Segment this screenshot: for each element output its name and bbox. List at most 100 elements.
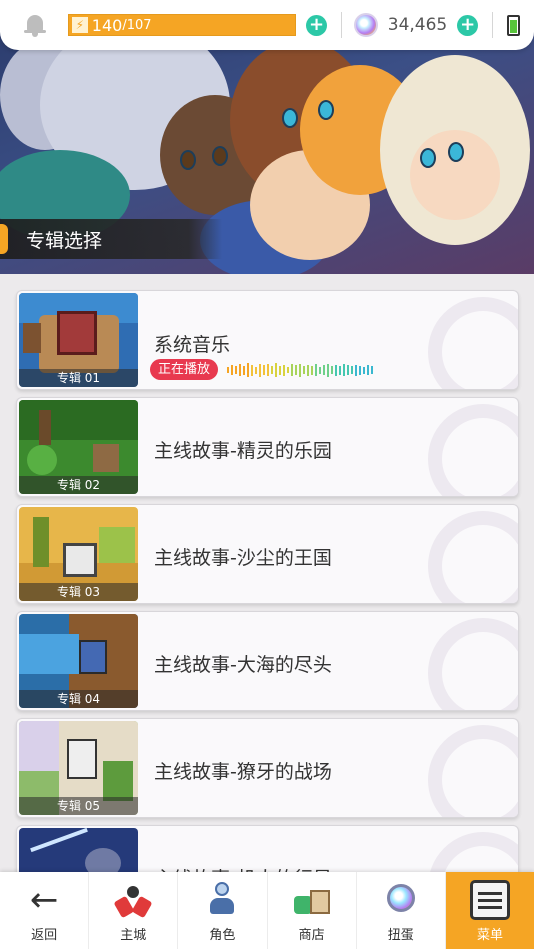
- battery-icon: [507, 14, 521, 36]
- album-tag: 专辑 01: [19, 369, 138, 387]
- waveform-bar: [279, 365, 281, 375]
- waveform-bar: [367, 365, 369, 375]
- waveform-bar: [283, 364, 285, 376]
- album-tag: 专辑 02: [19, 476, 138, 494]
- album-title: 主线故事-大海的尽头: [154, 654, 332, 676]
- town-icon: [113, 880, 153, 920]
- energy-current: 140: [91, 15, 123, 35]
- album-thumbnail: 专辑 04: [19, 614, 138, 708]
- album-title: 主线故事-獠牙的战场: [154, 761, 332, 783]
- waveform-bar: [331, 366, 333, 374]
- nav-menu-label: 菜单: [476, 928, 503, 943]
- album-list: 专辑 01 系统音乐 正在播放 专辑 02 主线故事-精灵的乐园 专辑 03 主…: [16, 290, 519, 932]
- album-tag: 专辑 03: [19, 583, 138, 601]
- album-thumbnail: 专辑 02: [19, 400, 138, 494]
- add-gems-button[interactable]: +: [457, 14, 479, 36]
- section-title: 专辑选择: [26, 229, 103, 252]
- waveform-bar: [323, 365, 325, 375]
- waveform-bar: [271, 366, 273, 374]
- album-card[interactable]: 专辑 05 主线故事-獠牙的战场: [16, 718, 519, 818]
- gem-count: 34,465: [387, 15, 448, 35]
- shop-icon: [292, 880, 332, 920]
- waveform-bar: [371, 366, 373, 374]
- gem-icon: [353, 13, 378, 37]
- waveform-bar: [235, 366, 237, 374]
- waveform-bar: [259, 363, 261, 377]
- waveform-bar: [359, 365, 361, 375]
- emblem-watermark: [428, 725, 518, 817]
- divider: [340, 12, 342, 38]
- album-thumbnail: 专辑 05: [19, 721, 138, 815]
- waveform-bar: [243, 365, 245, 375]
- emblem-watermark: [428, 297, 518, 389]
- gacha-icon: [381, 880, 421, 920]
- waveform-bar: [307, 364, 309, 376]
- accent-bar: [0, 224, 8, 254]
- section-header: 专辑选择: [0, 219, 222, 259]
- audio-waveform: [227, 361, 375, 379]
- waveform-bar: [227, 367, 229, 373]
- album-card[interactable]: 专辑 04 主线故事-大海的尽头: [16, 611, 519, 711]
- now-playing-badge: 正在播放: [150, 359, 219, 380]
- nav-gacha[interactable]: 扭蛋: [355, 872, 445, 949]
- album-thumbnail: 专辑 01: [19, 293, 138, 387]
- waveform-bar: [247, 363, 249, 377]
- waveform-bar: [319, 366, 321, 374]
- nav-back-label: 返回: [31, 928, 58, 943]
- nav-town[interactable]: 主城: [88, 872, 177, 949]
- nav-gacha-label: 扭蛋: [387, 928, 414, 943]
- back-arrow-icon: ←: [29, 880, 59, 920]
- waveform-bar: [239, 364, 241, 376]
- album-title: 主线故事-沙尘的王国: [154, 547, 332, 569]
- waveform-bar: [295, 365, 297, 375]
- waveform-bar: [267, 364, 269, 376]
- waveform-bar: [363, 366, 365, 374]
- waveform-bar: [327, 363, 329, 377]
- waveform-bar: [347, 365, 349, 375]
- waveform-bar: [231, 365, 233, 375]
- waveform-bar: [263, 365, 265, 375]
- emblem-watermark: [428, 511, 518, 603]
- nav-character[interactable]: 角色: [177, 872, 266, 949]
- nav-shop-label: 商店: [298, 928, 325, 943]
- character-icon: [202, 880, 242, 920]
- waveform-bar: [255, 366, 257, 374]
- bottom-nav: ← 返回 主城 角色 商店 扭蛋 菜单: [0, 872, 534, 949]
- emblem-watermark: [428, 404, 518, 496]
- waveform-bar: [291, 364, 293, 376]
- lightning-icon: ⚡: [71, 17, 88, 33]
- nav-menu[interactable]: 菜单: [444, 872, 534, 949]
- nav-character-label: 角色: [209, 928, 236, 943]
- album-title: 主线故事-精灵的乐园: [154, 440, 332, 462]
- album-card[interactable]: 专辑 03 主线故事-沙尘的王国: [16, 504, 519, 604]
- waveform-bar: [351, 366, 353, 374]
- nav-shop[interactable]: 商店: [266, 872, 356, 949]
- waveform-bar: [275, 363, 277, 377]
- energy-max: /107: [122, 17, 152, 33]
- album-tag: 专辑 05: [19, 797, 138, 815]
- emblem-watermark: [428, 618, 518, 710]
- album-thumbnail: 专辑 03: [19, 507, 138, 601]
- waveform-bar: [251, 364, 253, 376]
- nav-back[interactable]: ← 返回: [0, 872, 88, 949]
- waveform-bar: [303, 366, 305, 374]
- menu-icon: [469, 880, 510, 920]
- waveform-bar: [311, 365, 313, 375]
- waveform-bar: [287, 367, 289, 373]
- add-energy-button[interactable]: +: [306, 14, 327, 36]
- waveform-bar: [335, 364, 337, 376]
- status-bar: ⚡ 140 /107 + 34,465 +: [0, 0, 534, 50]
- album-title: 系统音乐: [154, 334, 231, 356]
- divider: [492, 12, 494, 38]
- waveform-bar: [339, 365, 341, 375]
- energy-bar: ⚡ 140 /107: [67, 14, 297, 36]
- album-tag: 专辑 04: [19, 690, 138, 708]
- album-card[interactable]: 专辑 01 系统音乐 正在播放: [16, 290, 519, 390]
- waveform-bar: [315, 364, 317, 376]
- nav-town-label: 主城: [120, 928, 147, 943]
- album-card[interactable]: 专辑 02 主线故事-精灵的乐园: [16, 397, 519, 497]
- waveform-bar: [355, 364, 357, 376]
- bell-icon[interactable]: [22, 12, 48, 38]
- waveform-bar: [343, 364, 345, 376]
- waveform-bar: [299, 363, 301, 377]
